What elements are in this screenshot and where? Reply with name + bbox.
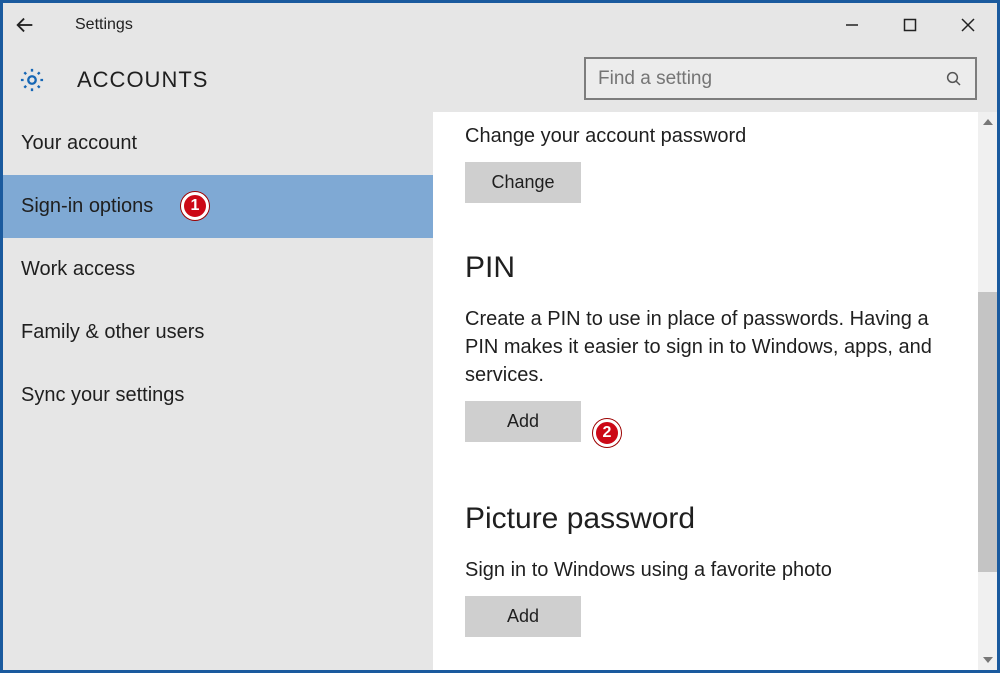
picture-password-heading: Picture password bbox=[465, 502, 981, 536]
search-input[interactable] bbox=[596, 67, 943, 91]
change-password-button[interactable]: Change bbox=[465, 162, 581, 203]
content-pane: Change your account password Change PIN … bbox=[433, 112, 997, 670]
sidebar-item-your-account[interactable]: Your account bbox=[3, 112, 433, 175]
header: ACCOUNTS bbox=[3, 47, 997, 112]
picture-password-description: Sign in to Windows using a favorite phot… bbox=[465, 556, 981, 584]
scroll-up-icon[interactable] bbox=[978, 112, 997, 132]
sidebar-item-label: Family & other users bbox=[21, 321, 204, 344]
titlebar: Settings bbox=[3, 3, 997, 47]
gear-icon bbox=[17, 65, 47, 95]
back-button[interactable] bbox=[3, 3, 47, 47]
sidebar-item-label: Sync your settings bbox=[21, 384, 184, 407]
main-area: Your account Sign-in options 1 Work acce… bbox=[3, 112, 997, 670]
minimize-button[interactable] bbox=[823, 3, 881, 47]
search-box[interactable] bbox=[584, 57, 977, 100]
scrollbar[interactable] bbox=[978, 112, 997, 670]
add-picture-password-button[interactable]: Add bbox=[465, 596, 581, 637]
sidebar-item-label: Work access bbox=[21, 258, 135, 281]
scroll-thumb[interactable] bbox=[978, 292, 997, 572]
search-icon bbox=[943, 70, 965, 88]
annotation-badge-2: 2 bbox=[593, 419, 621, 447]
section-title: ACCOUNTS bbox=[77, 67, 208, 93]
sidebar-item-work-access[interactable]: Work access bbox=[3, 238, 433, 301]
sidebar-item-label: Your account bbox=[21, 132, 137, 155]
sidebar-item-sync-settings[interactable]: Sync your settings bbox=[3, 364, 433, 427]
sidebar: Your account Sign-in options 1 Work acce… bbox=[3, 112, 433, 670]
maximize-button[interactable] bbox=[881, 3, 939, 47]
password-description: Change your account password bbox=[465, 122, 981, 150]
sidebar-item-sign-in-options[interactable]: Sign-in options 1 bbox=[3, 175, 433, 238]
window-title: Settings bbox=[75, 16, 133, 34]
annotation-badge-1: 1 bbox=[181, 192, 209, 220]
pin-heading: PIN bbox=[465, 251, 981, 285]
window-controls bbox=[823, 3, 997, 47]
pin-description: Create a PIN to use in place of password… bbox=[465, 305, 955, 389]
sidebar-item-family-other-users[interactable]: Family & other users bbox=[3, 301, 433, 364]
add-pin-button[interactable]: Add bbox=[465, 401, 581, 442]
close-button[interactable] bbox=[939, 3, 997, 47]
scroll-down-icon[interactable] bbox=[978, 650, 997, 670]
sidebar-item-label: Sign-in options bbox=[21, 195, 153, 218]
